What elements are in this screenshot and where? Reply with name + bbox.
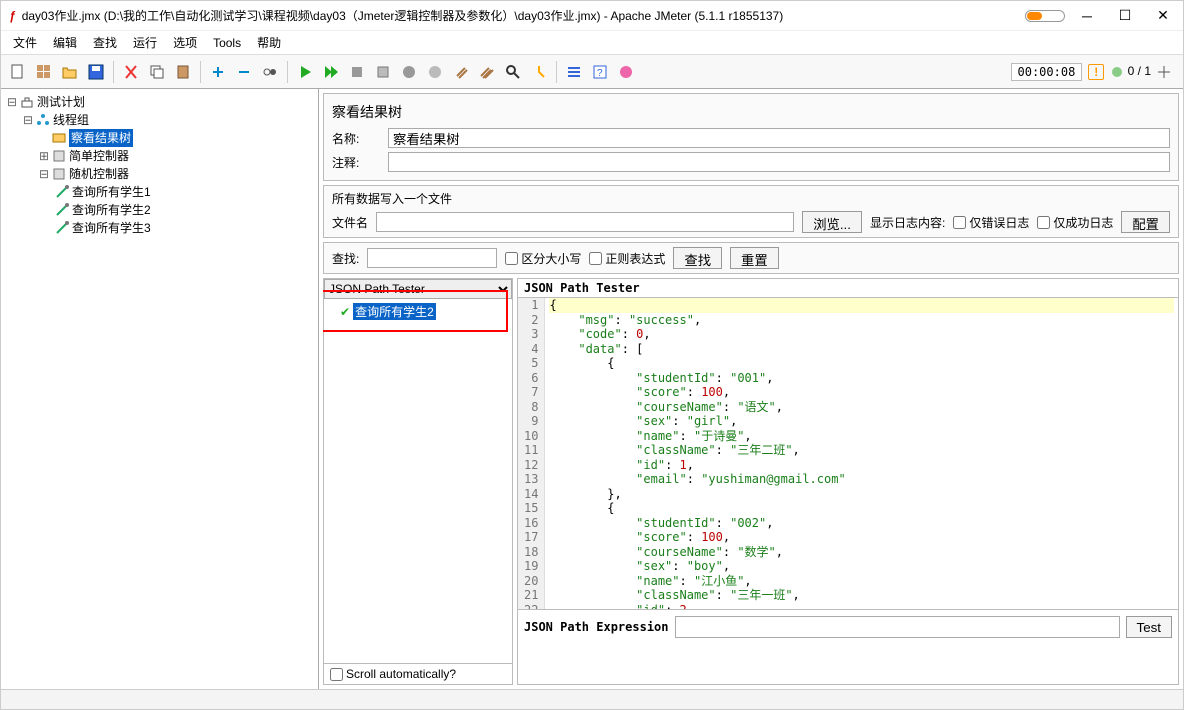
panel-title: 察看结果树 (332, 98, 1170, 128)
toggle-button[interactable] (258, 60, 282, 84)
result-item[interactable]: ✔ 查询所有学生2 (328, 303, 508, 320)
app-window: ƒ day03作业.jmx (D:\我的工作\自动化测试学习\课程视频\day0… (0, 0, 1184, 710)
tree-random-controller[interactable]: 随机控制器 (69, 165, 129, 183)
results-tree[interactable]: ✔ 查询所有学生2 (324, 299, 512, 663)
function-helper-button[interactable] (562, 60, 586, 84)
scroll-auto-checkbox[interactable]: Scroll automatically? (330, 667, 456, 681)
shutdown-button[interactable] (371, 60, 395, 84)
jsonpath-input[interactable] (675, 616, 1120, 638)
what-button[interactable] (614, 60, 638, 84)
main-panel: 察看结果树 名称: 注释: 所有数据写入一个文件 文件名 浏览... 显示日志内… (319, 89, 1183, 689)
results-column: JSON Path Tester ✔ 查询所有学生2 Scroll automa… (323, 278, 513, 685)
collapse-button[interactable] (232, 60, 256, 84)
expand-panel-icon[interactable] (1157, 65, 1171, 79)
jsonpath-panel: JSON Path Expression Test (518, 609, 1178, 644)
maximize-button[interactable]: ☐ (1113, 7, 1137, 24)
statusbar (1, 689, 1183, 709)
tree-simple-controller[interactable]: 简单控制器 (69, 147, 129, 165)
warning-icon[interactable]: ! (1088, 64, 1104, 80)
jsonpath-label: JSON Path Expression (524, 620, 669, 634)
comment-input[interactable] (388, 152, 1170, 172)
reset-button[interactable]: 重置 (730, 247, 779, 269)
clear-button[interactable] (449, 60, 473, 84)
window-title: day03作业.jmx (D:\我的工作\自动化测试学习\课程视频\day03（… (22, 7, 1025, 24)
tree-thread-group[interactable]: 线程组 (53, 111, 89, 129)
success-icon: ✔ (340, 305, 350, 319)
only-error-checkbox[interactable]: 仅错误日志 (953, 214, 1029, 231)
body: ⊟测试计划 ⊟线程组 察看结果树 ⊞简单控制器 ⊟随机控制器 查询所有学生1 查… (1, 89, 1183, 689)
name-input[interactable] (388, 128, 1170, 148)
close-button[interactable]: ✕ (1151, 7, 1175, 24)
minimize-button[interactable]: ─ (1075, 8, 1099, 24)
menu-file[interactable]: 文件 (7, 32, 43, 53)
battery-icon (1025, 10, 1065, 22)
find-button[interactable]: 查找 (673, 247, 722, 269)
reset-search-button[interactable] (527, 60, 551, 84)
remote-start-button[interactable] (397, 60, 421, 84)
jsonpath-test-button[interactable]: Test (1126, 616, 1172, 638)
toolbar: ? 00:00:08 ! 0 / 1 (1, 55, 1183, 89)
paste-button[interactable] (171, 60, 195, 84)
content-area: JSON Path Tester ✔ 查询所有学生2 Scroll automa… (323, 278, 1179, 685)
tree-request-1[interactable]: 查询所有学生1 (72, 183, 151, 201)
toolbar-right: 00:00:08 ! 0 / 1 (1011, 63, 1180, 81)
app-icon: ƒ (9, 9, 16, 23)
menu-help[interactable]: 帮助 (251, 32, 287, 53)
render-dropdown[interactable]: JSON Path Tester (324, 279, 512, 299)
start-button[interactable] (293, 60, 317, 84)
expand-button[interactable] (206, 60, 230, 84)
search-panel: 查找: 区分大小写 正则表达式 查找 重置 (323, 242, 1179, 274)
tree-panel[interactable]: ⊟测试计划 ⊟线程组 察看结果树 ⊞简单控制器 ⊟随机控制器 查询所有学生1 查… (1, 89, 319, 689)
search-label: 查找: (332, 250, 359, 267)
menu-options[interactable]: 选项 (167, 32, 203, 53)
detail-tab[interactable]: JSON Path Tester (518, 279, 1178, 298)
save-button[interactable] (84, 60, 108, 84)
menu-edit[interactable]: 编辑 (47, 32, 83, 53)
new-button[interactable] (6, 60, 30, 84)
tree-request-3[interactable]: 查询所有学生3 (72, 219, 151, 237)
header-panel: 察看结果树 名称: 注释: (323, 93, 1179, 181)
json-viewer[interactable]: 12345678910111213141516171819202122 { "m… (518, 298, 1178, 609)
comment-label: 注释: (332, 154, 382, 171)
regex-checkbox[interactable]: 正则表达式 (589, 250, 665, 267)
name-label: 名称: (332, 130, 382, 147)
file-group-title: 所有数据写入一个文件 (332, 190, 1170, 207)
remote-stop-button[interactable] (423, 60, 447, 84)
result-item-label: 查询所有学生2 (353, 303, 436, 320)
only-success-checkbox[interactable]: 仅成功日志 (1037, 214, 1113, 231)
config-button[interactable]: 配置 (1121, 211, 1170, 233)
case-checkbox[interactable]: 区分大小写 (505, 250, 581, 267)
help-button[interactable]: ? (588, 60, 612, 84)
templates-button[interactable] (32, 60, 56, 84)
tree-view-results[interactable]: 察看结果树 (69, 129, 133, 147)
browse-button[interactable]: 浏览... (802, 211, 862, 233)
tree-test-plan[interactable]: 测试计划 (37, 93, 85, 111)
start-noTimers-button[interactable] (319, 60, 343, 84)
menu-search[interactable]: 查找 (87, 32, 123, 53)
file-panel: 所有数据写入一个文件 文件名 浏览... 显示日志内容: 仅错误日志 仅成功日志… (323, 185, 1179, 238)
copy-button[interactable] (145, 60, 169, 84)
open-button[interactable] (58, 60, 82, 84)
menu-tools[interactable]: Tools (207, 34, 247, 52)
thread-counter: 0 / 1 (1110, 64, 1151, 79)
svg-text:?: ? (597, 68, 603, 79)
titlebar: ƒ day03作业.jmx (D:\我的工作\自动化测试学习\课程视频\day0… (1, 1, 1183, 31)
filename-input[interactable] (376, 212, 794, 232)
stop-button[interactable] (345, 60, 369, 84)
timer-display: 00:00:08 (1011, 63, 1083, 81)
show-log-label: 显示日志内容: (870, 214, 945, 231)
clear-all-button[interactable] (475, 60, 499, 84)
detail-column: JSON Path Tester 12345678910111213141516… (517, 278, 1179, 685)
menu-run[interactable]: 运行 (127, 32, 163, 53)
menubar: 文件 编辑 查找 运行 选项 Tools 帮助 (1, 31, 1183, 55)
search-button[interactable] (501, 60, 525, 84)
filename-label: 文件名 (332, 214, 368, 231)
tree-request-2[interactable]: 查询所有学生2 (72, 201, 151, 219)
cut-button[interactable] (119, 60, 143, 84)
search-input[interactable] (367, 248, 497, 268)
